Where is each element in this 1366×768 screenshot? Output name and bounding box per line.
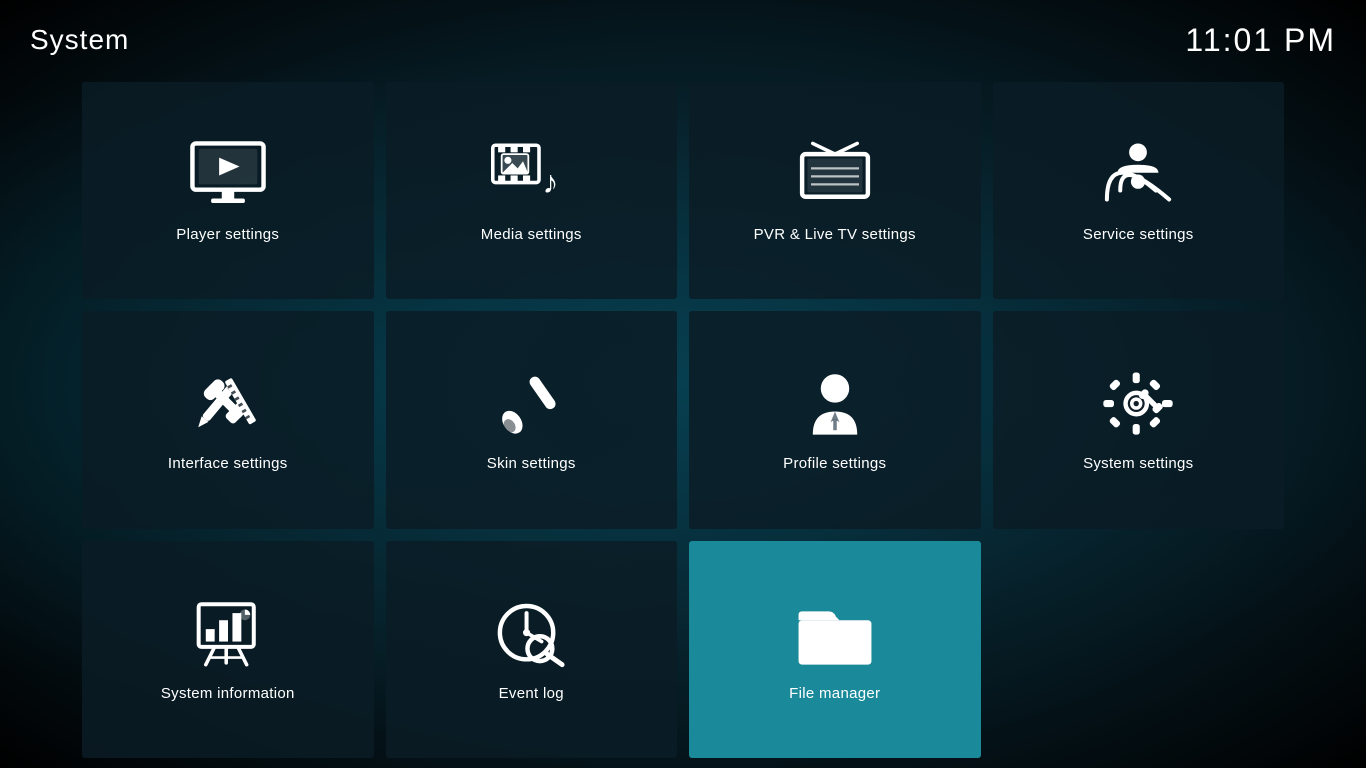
file-manager-icon [795,599,875,669]
settings-grid: Player settings ♪ Media settings [0,72,1366,768]
media-settings-label: Media settings [481,226,582,243]
tile-event-log[interactable]: Event log [386,541,678,758]
file-manager-label: File manager [789,685,880,702]
service-settings-icon [1098,140,1178,210]
page-title: System [30,24,129,56]
tile-system-settings[interactable]: System settings [993,311,1285,528]
player-settings-label: Player settings [176,226,279,243]
tile-file-manager[interactable]: File manager [689,541,981,758]
clock-display: 11:01 PM [1185,22,1336,59]
tile-system-information[interactable]: System information [82,541,374,758]
system-information-icon [188,599,268,669]
tile-skin-settings[interactable]: Skin settings [386,311,678,528]
player-settings-icon [188,140,268,210]
pvr-settings-label: PVR & Live TV settings [754,226,916,243]
interface-settings-label: Interface settings [168,455,288,472]
svg-text:♪: ♪ [543,164,559,200]
system-settings-label: System settings [1083,455,1193,472]
pvr-settings-icon [795,140,875,210]
service-settings-label: Service settings [1083,226,1194,243]
tile-media-settings[interactable]: ♪ Media settings [386,82,678,299]
tile-service-settings[interactable]: Service settings [993,82,1285,299]
app-header: System 11:01 PM [0,0,1366,72]
skin-settings-icon [491,369,571,439]
tile-player-settings[interactable]: Player settings [82,82,374,299]
system-settings-icon [1098,369,1178,439]
tile-pvr-settings[interactable]: PVR & Live TV settings [689,82,981,299]
tile-profile-settings[interactable]: Profile settings [689,311,981,528]
profile-settings-icon [795,369,875,439]
profile-settings-label: Profile settings [783,455,886,472]
skin-settings-label: Skin settings [487,455,576,472]
media-settings-icon: ♪ [491,140,571,210]
event-log-icon [491,599,571,669]
tile-interface-settings[interactable]: Interface settings [82,311,374,528]
system-information-label: System information [161,685,295,702]
event-log-label: Event log [499,685,564,702]
interface-settings-icon [188,369,268,439]
